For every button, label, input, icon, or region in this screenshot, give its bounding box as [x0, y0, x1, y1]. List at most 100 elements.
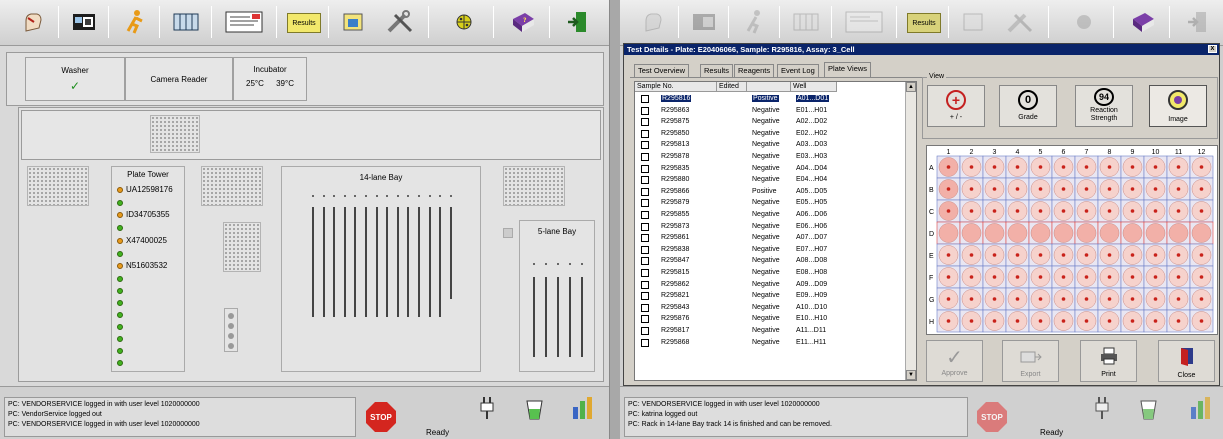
list-scrollbar[interactable]: ▲ ▼ — [905, 82, 916, 380]
reagent-cup-icon[interactable] — [1138, 395, 1160, 423]
results-button[interactable]: Results — [907, 13, 941, 33]
bay-lane[interactable] — [343, 207, 346, 317]
plate-tower[interactable]: Plate Tower UA12598176 ID34705355 X47400… — [111, 166, 185, 372]
print-button[interactable]: Print — [1080, 340, 1137, 382]
close-button[interactable]: Close — [1158, 340, 1215, 382]
list-item[interactable]: R295816 Positive A01...D01 — [635, 94, 905, 106]
plate-well[interactable] — [1122, 223, 1143, 243]
plate-well[interactable] — [1145, 223, 1166, 243]
list-item[interactable]: R295863 Negative E01...H01 — [635, 106, 905, 118]
deck-plate-center[interactable] — [201, 166, 263, 206]
row-checkbox[interactable] — [641, 129, 649, 138]
tower-plate-1[interactable]: UA12598176 — [126, 185, 173, 194]
bay-lane[interactable] — [375, 207, 378, 317]
list-item[interactable]: R295843 Negative A10...D10 — [635, 303, 905, 315]
bay-lane[interactable] — [545, 277, 547, 357]
positive-negative-button[interactable]: + + / - — [927, 85, 985, 127]
plate-well[interactable] — [1007, 223, 1028, 243]
tower-plate-2[interactable]: ID34705355 — [126, 210, 170, 219]
tab-test-overview[interactable]: Test Overview — [634, 64, 690, 77]
row-checkbox[interactable] — [641, 106, 649, 115]
plug-icon[interactable] — [1093, 395, 1111, 423]
list-item[interactable]: R295855 Negative A06...D06 — [635, 210, 905, 222]
row-checkbox[interactable] — [641, 327, 649, 335]
bay-lane[interactable] — [386, 207, 389, 317]
column-header-edited[interactable]: Edited — [717, 82, 747, 92]
plug-icon[interactable] — [478, 395, 496, 423]
plate-well[interactable] — [1168, 223, 1189, 243]
row-checkbox[interactable] — [641, 315, 649, 324]
list-item[interactable]: R295879 Negative E05...H05 — [635, 198, 905, 210]
list-item[interactable]: R295876 Negative E10...H10 — [635, 314, 905, 326]
list-item[interactable]: R295880 Negative E04...H04 — [635, 175, 905, 187]
bar-chart-icon[interactable] — [1188, 393, 1216, 423]
bay-lane[interactable] — [449, 207, 452, 299]
results-button[interactable]: Results — [287, 13, 321, 33]
list-item[interactable]: R295862 Negative A09...D09 — [635, 280, 905, 292]
row-checkbox[interactable] — [641, 95, 649, 103]
reagent-cup-icon[interactable] — [524, 395, 546, 423]
list-item[interactable]: R295861 Negative A07...D07 — [635, 233, 905, 245]
stop-button[interactable]: STOP — [366, 402, 396, 432]
tab-results[interactable]: Results — [700, 64, 734, 77]
row-checkbox[interactable] — [641, 234, 649, 243]
tools-icon[interactable] — [383, 7, 417, 37]
bay-lane[interactable] — [428, 207, 431, 317]
row-checkbox[interactable] — [641, 164, 649, 173]
tab-reagents[interactable]: Reagents — [734, 64, 775, 77]
grade-button[interactable]: 0 Grade — [999, 85, 1057, 127]
bay-lane[interactable] — [354, 207, 357, 317]
bay-lane[interactable] — [533, 277, 535, 357]
column-header-result[interactable] — [747, 82, 791, 92]
five-lane-bay[interactable]: 5-lane Bay — [519, 220, 595, 372]
row-checkbox[interactable] — [641, 187, 649, 196]
scroll-up-icon[interactable]: ▲ — [906, 82, 916, 92]
bay-lane[interactable] — [418, 207, 420, 317]
list-item[interactable]: R295868 Negative E11...H11 — [635, 338, 905, 350]
row-checkbox[interactable] — [641, 211, 649, 219]
plate-well[interactable] — [1099, 223, 1120, 243]
report-icon[interactable] — [222, 7, 266, 37]
list-item[interactable]: R295875 Negative A02...D02 — [635, 117, 905, 129]
row-checkbox[interactable] — [641, 257, 649, 266]
hand-icon[interactable] — [16, 7, 50, 37]
plate-well[interactable] — [1076, 223, 1097, 243]
plate-well[interactable] — [1030, 223, 1051, 243]
bay-lane[interactable] — [581, 277, 583, 357]
camera-icon[interactable] — [68, 7, 102, 37]
tab-event-log[interactable]: Event Log — [777, 64, 819, 77]
bay-lane[interactable] — [312, 207, 314, 317]
list-item[interactable]: R295873 Negative E06...H06 — [635, 222, 905, 234]
list-item[interactable]: R295821 Negative E09...H09 — [635, 291, 905, 303]
list-item[interactable]: R295813 Negative A03...D03 — [635, 140, 905, 152]
deck-plate-left[interactable] — [27, 166, 89, 206]
list-item[interactable]: R295847 Negative A08...D08 — [635, 256, 905, 268]
list-item[interactable]: R295850 Negative E02...H02 — [635, 129, 905, 141]
fourteen-lane-bay[interactable]: 14-lane Bay — [281, 166, 481, 372]
list-item[interactable]: R295815 Negative E08...H08 — [635, 268, 905, 280]
tower-plate-3[interactable]: X47400025 — [126, 236, 167, 245]
row-checkbox[interactable] — [641, 292, 649, 301]
help-book-icon[interactable] — [1126, 7, 1160, 37]
bay-lane[interactable] — [322, 207, 325, 317]
row-checkbox[interactable] — [641, 153, 649, 161]
bay-lane[interactable] — [439, 207, 442, 317]
row-checkbox[interactable] — [641, 118, 649, 127]
rack-icon[interactable] — [169, 7, 203, 37]
image-button[interactable]: Image — [1149, 85, 1207, 127]
bay-lane[interactable] — [333, 207, 336, 317]
row-checkbox[interactable] — [641, 245, 649, 254]
row-checkbox[interactable] — [641, 176, 649, 185]
bar-chart-icon[interactable] — [570, 393, 598, 423]
plate-well[interactable] — [1053, 223, 1074, 243]
list-item[interactable]: R295835 Negative A04...D04 — [635, 164, 905, 176]
bay-lane[interactable] — [365, 207, 367, 317]
exit-icon[interactable] — [560, 7, 594, 37]
column-header-sample[interactable]: Sample No. — [635, 82, 717, 92]
row-checkbox[interactable] — [641, 141, 649, 150]
bay-lane[interactable] — [557, 277, 559, 357]
bay-lane[interactable] — [569, 277, 571, 357]
list-item[interactable]: R295817 Negative A11...D11 — [635, 326, 905, 338]
help-book-icon[interactable]: ? — [506, 7, 540, 37]
row-checkbox[interactable] — [641, 303, 649, 312]
